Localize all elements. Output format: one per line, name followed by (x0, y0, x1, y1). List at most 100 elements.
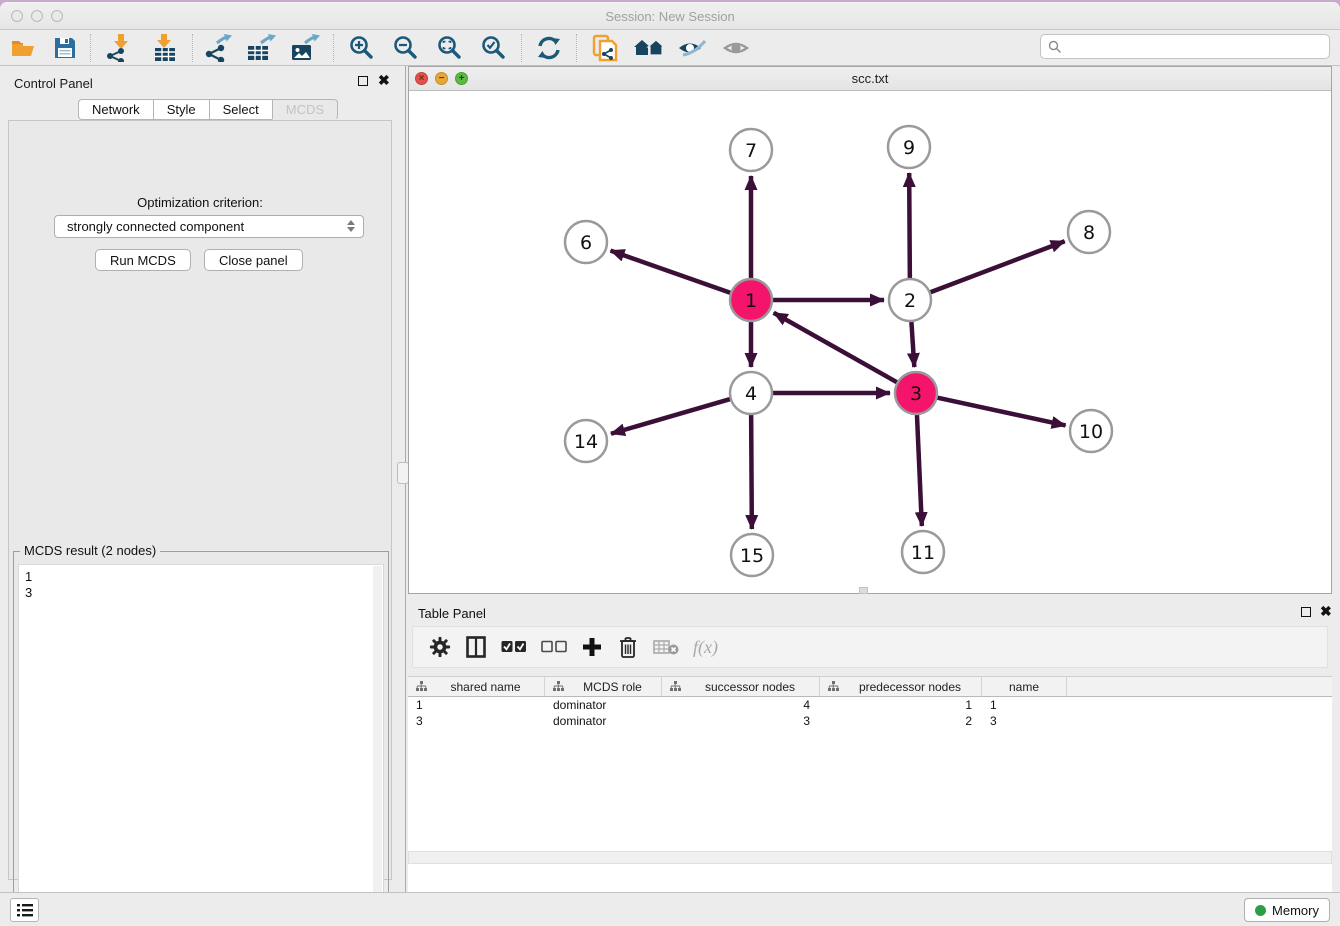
hide-selected-icon[interactable] (675, 33, 709, 63)
zoom-out-icon[interactable] (389, 33, 423, 63)
tab-network[interactable]: Network (78, 99, 153, 120)
table-cell[interactable]: 2 (820, 713, 982, 729)
tab-style[interactable]: Style (153, 99, 209, 120)
node-14[interactable]: 14 (565, 420, 607, 462)
column-header-successor-nodes[interactable]: successor nodes (662, 677, 820, 696)
export-image-icon[interactable] (288, 33, 322, 63)
table-cell[interactable]: dominator (545, 697, 662, 713)
mcds-result-title: MCDS result (2 nodes) (20, 543, 160, 558)
zoom-fit-icon[interactable] (433, 33, 467, 63)
table-cell[interactable]: 3 (982, 713, 1067, 729)
edge-3-11[interactable] (917, 412, 922, 526)
node-15[interactable]: 15 (731, 534, 773, 576)
column-header-MCDS-role[interactable]: MCDS role (545, 677, 662, 696)
node-6[interactable]: 6 (565, 221, 607, 263)
table-row[interactable]: 1dominator411 (408, 697, 1332, 713)
network-graph[interactable]: 7 9 6 8 1 2 4 3 14 10 15 11 (409, 91, 1331, 593)
edge-2-8[interactable] (928, 241, 1065, 293)
node-9[interactable]: 9 (888, 126, 930, 168)
add-row-icon[interactable] (581, 635, 603, 659)
result-scrollbar[interactable] (373, 566, 382, 922)
save-session-icon[interactable] (48, 33, 82, 63)
table-cell[interactable]: 4 (662, 697, 820, 713)
select-all-checks-icon[interactable] (501, 635, 527, 659)
zoom-in-icon[interactable] (345, 33, 379, 63)
export-network-icon[interactable] (201, 33, 235, 63)
node-3[interactable]: 3 (895, 372, 937, 414)
tab-mcds[interactable]: MCDS (272, 99, 338, 120)
float-panel-icon[interactable] (358, 76, 368, 86)
window-title: Session: New Session (0, 9, 1340, 24)
table-header: shared nameMCDS rolesuccessor nodesprede… (408, 677, 1332, 697)
task-history-button[interactable] (10, 898, 39, 922)
show-all-icon[interactable] (720, 33, 754, 63)
node-1[interactable]: 1 (730, 279, 772, 321)
table-panel-title: Table Panel (418, 606, 486, 621)
edge-4-14[interactable] (611, 398, 733, 433)
node-4[interactable]: 4 (730, 372, 772, 414)
zoom-selected-icon[interactable] (477, 33, 511, 63)
edge-2-9[interactable] (909, 173, 910, 281)
settings-gear-icon[interactable] (429, 635, 451, 659)
float-table-panel-icon[interactable] (1301, 607, 1311, 617)
network-window-titlebar: × − + scc.txt (409, 67, 1331, 91)
toolbar-separator (90, 34, 91, 62)
memory-button[interactable]: Memory (1244, 898, 1330, 922)
table-cell[interactable]: 1 (982, 697, 1067, 713)
node-11[interactable]: 11 (902, 531, 944, 573)
memory-label: Memory (1272, 903, 1319, 918)
network-resize-grip[interactable] (859, 587, 868, 594)
optimization-criterion-label: Optimization criterion: (9, 195, 391, 210)
column-header-predecessor-nodes[interactable]: predecessor nodes (820, 677, 982, 696)
edge-2-3[interactable] (911, 319, 914, 367)
import-network-icon[interactable] (101, 33, 135, 63)
svg-text:8: 8 (1083, 222, 1095, 244)
criterion-value: strongly connected component (67, 219, 244, 234)
close-panel-icon[interactable]: ✖ (378, 75, 390, 85)
edge-1-6[interactable] (611, 251, 734, 294)
node-7[interactable]: 7 (730, 129, 772, 171)
table-cell[interactable]: 1 (408, 697, 545, 713)
tab-select[interactable]: Select (209, 99, 272, 120)
dropdown-stepper-icon (347, 220, 355, 232)
edge-4-15[interactable] (751, 412, 752, 529)
search-box[interactable] (1040, 34, 1330, 59)
svg-text:14: 14 (574, 431, 598, 453)
column-visibility-icon[interactable] (465, 635, 487, 659)
status-bar: Memory (0, 892, 1340, 926)
app-window: Session: New Session (0, 2, 1340, 926)
delete-row-icon[interactable] (617, 635, 639, 659)
main-toolbar (0, 30, 1340, 66)
column-header-shared-name[interactable]: shared name (408, 677, 545, 696)
node-2[interactable]: 2 (889, 279, 931, 321)
svg-text:4: 4 (745, 383, 757, 405)
control-panel: Control Panel ✖ NetworkStyleSelectMCDS O… (0, 66, 400, 892)
edge-3-1[interactable] (774, 313, 900, 384)
deselect-all-checks-icon[interactable] (541, 635, 567, 659)
criterion-dropdown[interactable]: strongly connected component (54, 215, 364, 238)
table-cell[interactable]: 1 (820, 697, 982, 713)
clone-network-icon[interactable] (588, 33, 622, 63)
table-cell[interactable]: dominator (545, 713, 662, 729)
close-panel-button[interactable]: Close panel (204, 249, 303, 271)
run-mcds-button[interactable]: Run MCDS (95, 249, 191, 271)
table-horizontal-scrollbar[interactable] (408, 851, 1332, 864)
close-table-panel-icon[interactable]: ✖ (1320, 606, 1332, 616)
first-neighbors-icon[interactable] (632, 33, 666, 63)
table-cell[interactable]: 3 (662, 713, 820, 729)
column-header-name[interactable]: name (982, 677, 1067, 696)
search-input[interactable] (1067, 39, 1329, 54)
open-file-icon[interactable] (6, 33, 40, 63)
memory-status-icon (1255, 905, 1266, 916)
table-cell[interactable]: 3 (408, 713, 545, 729)
network-canvas[interactable]: 7 9 6 8 1 2 4 3 14 10 15 11 (409, 91, 1331, 593)
node-8[interactable]: 8 (1068, 211, 1110, 253)
export-table-icon[interactable] (244, 33, 278, 63)
svg-text:3: 3 (910, 383, 922, 405)
table-row[interactable]: 3dominator323 (408, 713, 1332, 729)
apply-layout-icon[interactable] (532, 33, 566, 63)
import-table-icon[interactable] (148, 33, 182, 63)
mcds-result-list[interactable]: 1 3 (18, 564, 384, 922)
edge-3-10[interactable] (935, 397, 1066, 425)
node-10[interactable]: 10 (1070, 410, 1112, 452)
